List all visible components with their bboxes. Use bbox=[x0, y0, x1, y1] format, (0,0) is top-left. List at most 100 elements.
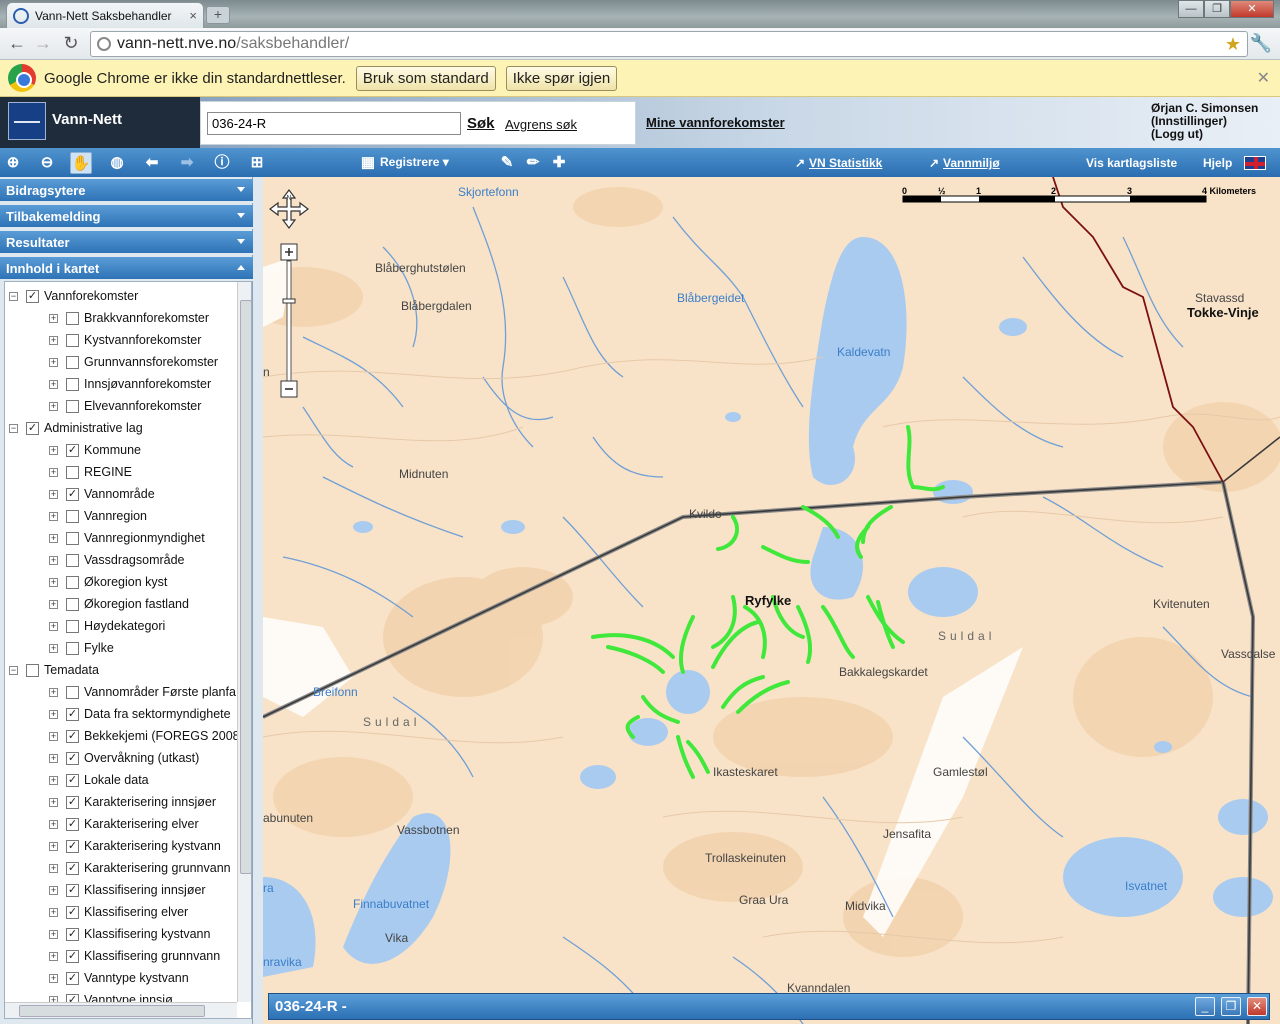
address-bar[interactable]: vann-nett.nve.no/saksbehandler/ ★ bbox=[90, 31, 1248, 57]
result-window-titlebar[interactable]: 036-24-R - _ ❐ ✕ bbox=[268, 993, 1270, 1020]
wrench-icon[interactable]: 🔧 bbox=[1250, 33, 1272, 54]
panel-bidragsytere[interactable]: Bidragsytere bbox=[0, 179, 253, 203]
layer-tree-row[interactable]: + ✓ Kommune bbox=[49, 439, 141, 461]
reload-icon[interactable]: ↻ bbox=[60, 33, 82, 55]
expand-icon[interactable]: + bbox=[49, 753, 58, 763]
layer-checkbox[interactable]: ✓ bbox=[26, 289, 39, 303]
expand-icon[interactable]: + bbox=[49, 885, 58, 895]
layer-checkbox[interactable] bbox=[66, 685, 79, 699]
expand-icon[interactable]: + bbox=[49, 445, 58, 455]
layer-tree-row[interactable]: − Temadata bbox=[9, 659, 99, 681]
set-default-button[interactable]: Bruk som standard bbox=[355, 65, 496, 91]
layer-tree-row[interactable]: + Elvevannforekomster bbox=[49, 395, 201, 417]
layer-checkbox[interactable]: ✓ bbox=[26, 421, 39, 435]
layer-checkbox[interactable]: ✓ bbox=[66, 773, 79, 787]
expand-icon[interactable]: + bbox=[49, 401, 58, 411]
layer-tree-row[interactable]: + ✓ Karakterisering innsjøer bbox=[49, 791, 216, 813]
layer-checkbox[interactable]: ✓ bbox=[66, 443, 79, 457]
expand-icon[interactable]: + bbox=[49, 731, 58, 741]
layer-tree-row[interactable]: + ✓ Klassifisering innsjøer bbox=[49, 879, 206, 901]
layer-checkbox[interactable] bbox=[66, 465, 79, 479]
expand-icon[interactable]: + bbox=[49, 379, 58, 389]
maximize-button[interactable]: ❐ bbox=[1204, 0, 1230, 18]
layer-checkbox[interactable] bbox=[66, 399, 79, 413]
layer-checkbox[interactable] bbox=[66, 531, 79, 545]
expand-icon[interactable]: + bbox=[49, 709, 58, 719]
expand-icon[interactable]: + bbox=[49, 907, 58, 917]
collapse-icon[interactable]: − bbox=[9, 291, 18, 301]
expand-icon[interactable]: + bbox=[49, 841, 58, 851]
layer-tree-row[interactable]: + ✓ Klassifisering kystvann bbox=[49, 923, 210, 945]
bookmark-star-icon[interactable]: ★ bbox=[1225, 34, 1241, 55]
expand-icon[interactable]: + bbox=[49, 511, 58, 521]
collapse-icon[interactable]: − bbox=[9, 665, 18, 675]
layer-tree-row[interactable]: + Økoregion fastland bbox=[49, 593, 189, 615]
layer-tree-row[interactable]: + ✓ Data fra sektormyndighete bbox=[49, 703, 231, 725]
expand-icon[interactable]: + bbox=[49, 687, 58, 697]
layer-checkbox[interactable] bbox=[66, 333, 79, 347]
layer-tree-row[interactable]: + ✓ Bekkekjemi (FOREGS 2008 bbox=[49, 725, 240, 747]
layer-checkbox[interactable]: ✓ bbox=[66, 707, 79, 721]
expand-icon[interactable]: + bbox=[49, 467, 58, 477]
my-waterbodies-link[interactable]: Mine vannforekomster bbox=[646, 115, 785, 130]
scroll-thumb[interactable] bbox=[19, 1005, 205, 1017]
layer-tree-row[interactable]: + Grunnvannsforekomster bbox=[49, 351, 218, 373]
previous-extent-icon[interactable]: ⬅ bbox=[141, 152, 163, 174]
layer-list-link[interactable]: Vis kartlagsliste bbox=[1086, 156, 1177, 170]
layer-tree-row[interactable]: + Høydekategori bbox=[49, 615, 165, 637]
layer-tree-row[interactable]: + ✓ Klassifisering elver bbox=[49, 901, 188, 923]
layer-checkbox[interactable] bbox=[66, 641, 79, 655]
scroll-thumb[interactable] bbox=[240, 300, 251, 874]
layer-tree-row[interactable]: + Vassdragsområde bbox=[49, 549, 185, 571]
add-layer-icon[interactable]: ✚ bbox=[548, 152, 570, 174]
expand-icon[interactable]: + bbox=[49, 929, 58, 939]
layer-tree-row[interactable]: + Vannområder Første planfa bbox=[49, 681, 236, 703]
layer-checkbox[interactable]: ✓ bbox=[66, 817, 79, 831]
expand-icon[interactable]: + bbox=[49, 973, 58, 983]
layer-tree-row[interactable]: + Økoregion kyst bbox=[49, 571, 167, 593]
panel-innhold-i-kartet[interactable]: Innhold i kartet bbox=[0, 257, 253, 281]
panel-tilbakemelding[interactable]: Tilbakemelding bbox=[0, 205, 253, 229]
refine-search-link[interactable]: Avgrens søk bbox=[505, 117, 577, 132]
layer-checkbox[interactable] bbox=[66, 597, 79, 611]
dont-ask-button[interactable]: Ikke spør igjen bbox=[505, 65, 618, 91]
layer-checkbox[interactable] bbox=[66, 553, 79, 567]
expand-icon[interactable]: + bbox=[49, 313, 58, 323]
layer-checkbox[interactable] bbox=[66, 355, 79, 369]
search-input[interactable] bbox=[207, 112, 461, 135]
layer-checkbox[interactable]: ✓ bbox=[66, 971, 79, 985]
expand-icon[interactable]: + bbox=[49, 951, 58, 961]
layer-tree-row[interactable]: + ✓ Karakterisering kystvann bbox=[49, 835, 221, 857]
layer-checkbox[interactable]: ✓ bbox=[66, 949, 79, 963]
measure-icon[interactable]: ⊞ bbox=[246, 152, 268, 174]
back-icon[interactable]: ← bbox=[6, 33, 28, 55]
restore-button[interactable]: ❐ bbox=[1221, 997, 1241, 1016]
layer-tree-row[interactable]: + REGINE bbox=[49, 461, 132, 483]
expand-icon[interactable]: + bbox=[49, 533, 58, 543]
close-window-button[interactable]: ✕ bbox=[1230, 0, 1274, 18]
new-tab-button[interactable]: + bbox=[206, 6, 230, 24]
layer-tree-row[interactable]: + Innsjøvannforekomster bbox=[49, 373, 211, 395]
layer-checkbox[interactable] bbox=[66, 311, 79, 325]
layer-tree-row[interactable]: − ✓ Vannforekomster bbox=[9, 285, 138, 307]
layer-checkbox[interactable]: ✓ bbox=[66, 795, 79, 809]
vertical-scrollbar[interactable] bbox=[237, 282, 251, 1002]
layer-checkbox[interactable]: ✓ bbox=[66, 487, 79, 501]
panel-resultater[interactable]: Resultater bbox=[0, 231, 253, 255]
layer-checkbox[interactable]: ✓ bbox=[66, 861, 79, 875]
layer-checkbox[interactable] bbox=[66, 575, 79, 589]
layer-tree-row[interactable]: + Fylke bbox=[49, 637, 114, 659]
layer-tree-row[interactable]: + ✓ Overvåkning (utkast) bbox=[49, 747, 199, 769]
logout-link[interactable]: (Logg ut) bbox=[1151, 128, 1258, 141]
layer-tree-row[interactable]: + Kystvannforekomster bbox=[49, 329, 201, 351]
expand-icon[interactable]: + bbox=[49, 335, 58, 345]
expand-icon[interactable]: + bbox=[49, 643, 58, 653]
layer-tree-row[interactable]: + ✓ Lokale data bbox=[49, 769, 149, 791]
layer-tree-row[interactable]: + ✓ Karakterisering grunnvann bbox=[49, 857, 231, 879]
layer-tree-row[interactable]: + ✓ Vanntype kystvann bbox=[49, 967, 189, 989]
layer-checkbox[interactable]: ✓ bbox=[66, 751, 79, 765]
expand-icon[interactable]: + bbox=[49, 555, 58, 565]
layer-checkbox[interactable]: ✓ bbox=[66, 927, 79, 941]
expand-icon[interactable]: + bbox=[49, 489, 58, 499]
minimize-button[interactable]: _ bbox=[1195, 997, 1215, 1016]
